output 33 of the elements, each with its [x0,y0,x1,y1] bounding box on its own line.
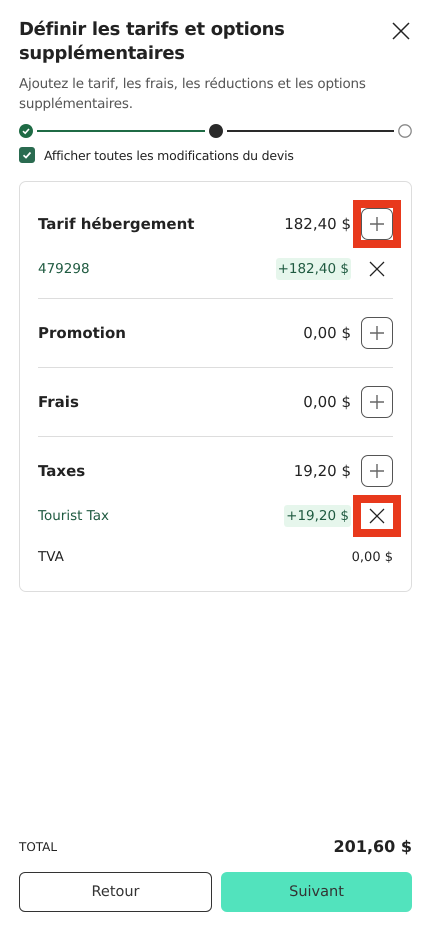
section-title: Frais [38,393,80,411]
section-amount: 182,40 $ [284,215,351,233]
close-icon[interactable] [392,22,410,40]
checkmark-icon [22,150,32,160]
section-title: Taxes [38,462,86,480]
dialog-title: Définir les tarifs et options supplémentaires [19,18,286,66]
plus-icon [369,216,385,232]
item-name: TVA [38,549,65,565]
back-button[interactable]: Retour [19,872,212,912]
amount-badge: +19,20 $ [284,505,351,527]
total-amount: 201,60 $ [334,837,412,856]
section-title: Promotion [38,324,127,342]
plus-icon [369,394,385,410]
add-button[interactable] [361,386,393,418]
close-icon [369,261,385,277]
item-name: 479298 [38,261,91,277]
amount-badge: +182,40 $ [276,258,351,280]
dialog-subtitle: Ajoutez le tarif, les frais, les réductions et les options supplémentaires. [19,75,367,114]
plus-icon [369,325,385,341]
section-amount: 0,00 $ [303,393,351,411]
section-amount: 19,20 $ [294,462,351,480]
close-icon [369,508,385,524]
add-button[interactable] [361,455,393,487]
section-amount: 0,00 $ [303,324,351,342]
item-name: Tourist Tax [38,508,110,524]
item-amount: 0,00 $ [352,550,393,564]
next-button[interactable]: Suivant [221,872,412,912]
section-title: Tarif hébergement [38,215,196,233]
add-button[interactable] [361,317,393,349]
checkbox[interactable] [19,147,35,163]
checkbox-label: Afficher toutes les modifications du devis [44,148,294,162]
plus-icon [369,463,385,479]
total-label: TOTAL [19,840,58,854]
